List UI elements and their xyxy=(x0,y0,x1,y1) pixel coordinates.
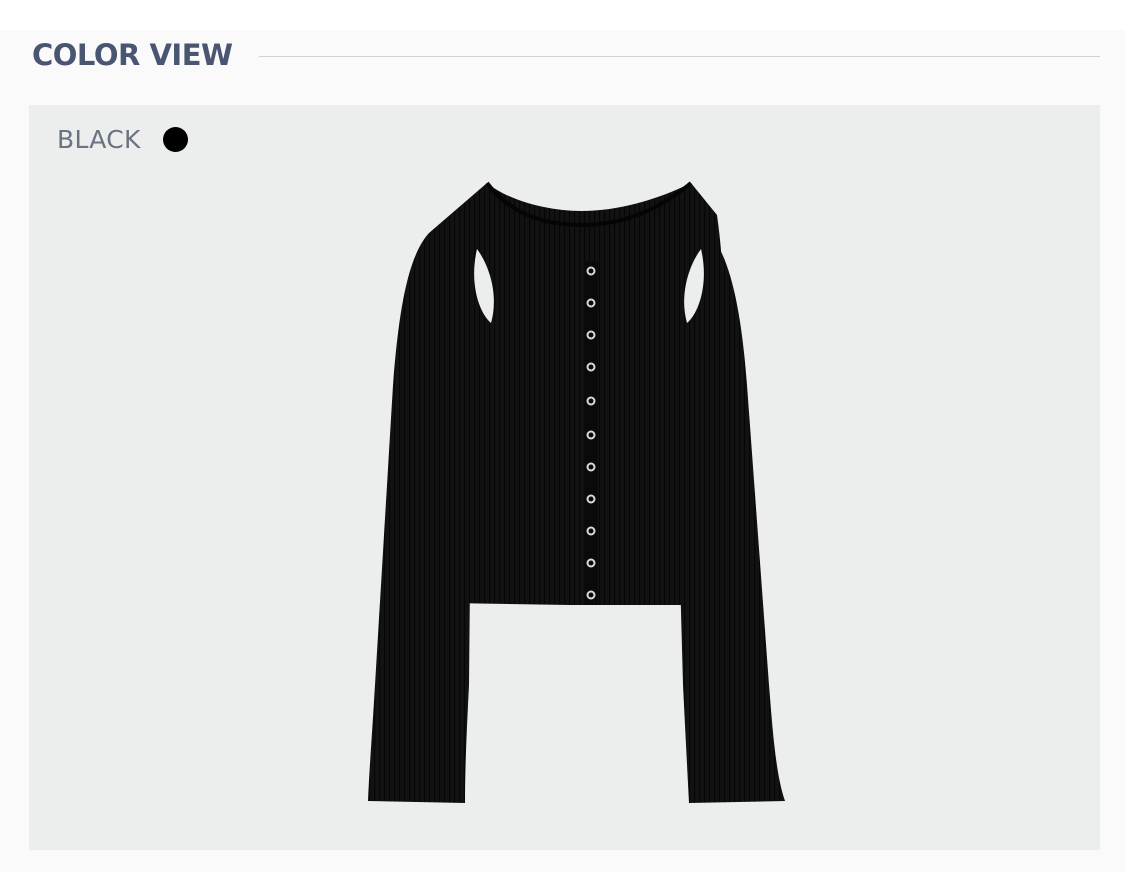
section-header: COLOR VIEW xyxy=(32,30,1100,80)
color-option-label: BLACK xyxy=(57,125,188,154)
color-view-panel: BLACK xyxy=(29,105,1100,850)
color-swatch xyxy=(162,127,188,152)
cardigan-shape xyxy=(368,181,785,803)
color-name: BLACK xyxy=(57,125,141,154)
header-divider xyxy=(258,55,1100,57)
product-image xyxy=(368,181,785,803)
top-spacer xyxy=(0,0,1125,30)
section-title: COLOR VIEW xyxy=(32,38,233,72)
